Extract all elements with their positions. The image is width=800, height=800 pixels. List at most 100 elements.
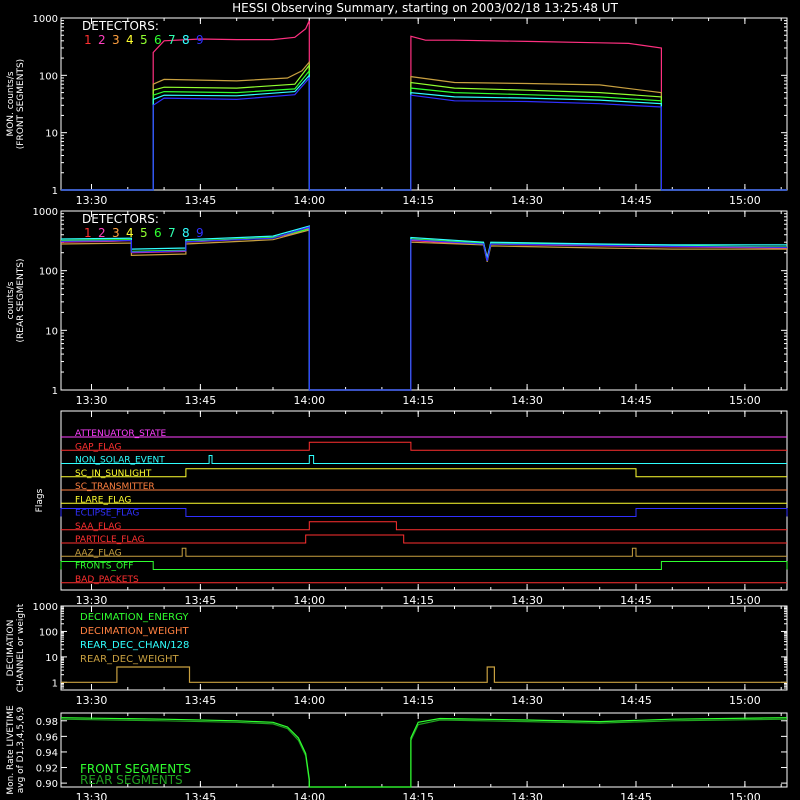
legend-detector-number: 7: [168, 226, 176, 240]
legend-detector-number: 1: [84, 33, 92, 47]
y-tick-label: 1: [52, 186, 58, 197]
y-tick-label: 1000: [33, 207, 58, 218]
x-tick-label: 13:30: [76, 194, 108, 207]
y-tick-label: 100: [39, 627, 58, 638]
flag-line: [61, 547, 787, 557]
flag-line: [61, 521, 787, 531]
panel-front: 13:30 13:45 14:00 14:15 14:30 14:45 15:00 1 10 10…: [6, 14, 788, 207]
y-axis-label: counts/s: [6, 281, 16, 319]
flag-line: [61, 441, 787, 451]
axes-frame: [60, 410, 788, 591]
flag-line: [60, 561, 788, 570]
x-tick-label: 14:30: [511, 694, 543, 707]
legend-detector-number: 9: [196, 33, 204, 47]
y-axis-label: Mon. Rate LIVETIME: [6, 705, 16, 795]
y-tick-label: 10: [45, 326, 58, 337]
x-tick-label: 13:30: [76, 394, 108, 407]
series-line-rear-2: [60, 228, 788, 391]
y-tick-label: 10: [45, 129, 58, 140]
legend-detector-number: 7: [168, 33, 176, 47]
flag-line: [60, 508, 788, 517]
series-line-front-1: [61, 60, 787, 191]
legend-detector-number: 9: [196, 226, 204, 240]
x-tick-label: 14:30: [511, 194, 543, 207]
observing-summary-plot: HESSI Observing Summary, starting on 200…: [6, 1, 788, 800]
y-axis-label: (REAR SEGMENTS): [16, 258, 26, 342]
y-axis-label: avg of D1,3,4,5,6,9: [16, 706, 26, 793]
panels: 13:30 13:45 14:00 14:15 14:30 14:45 15:0011010…: [6, 14, 788, 800]
x-tick-label: 14:30: [511, 394, 543, 407]
flag-label: ECLIPSE_FLAG: [75, 509, 139, 519]
legend-entry: REAR_DEC_WEIGHT: [80, 654, 179, 665]
series-line-rear-1: [60, 229, 787, 391]
series-line-front-4: [61, 73, 787, 191]
x-tick-label: 14:45: [620, 194, 652, 207]
legend-detector-number: 4: [126, 226, 134, 240]
y-tick-label: 1000: [33, 602, 58, 613]
legend-detector-number: 8: [182, 33, 190, 47]
flag-line: [61, 534, 787, 544]
y-tick-label: 1000: [33, 14, 58, 25]
y-axis-label: DECIMATION: [6, 620, 16, 677]
x-tick-label: 14:00: [293, 791, 325, 800]
y-tick-label: 0.96: [36, 732, 58, 743]
x-tick-label: 14:15: [402, 194, 434, 207]
plot-title: HESSI Observing Summary, starting on 200…: [232, 1, 618, 15]
legend-entry: REAR_DEC_CHAN/128: [80, 640, 189, 651]
y-tick-label: 0.92: [36, 764, 58, 775]
x-tick-label: 14:00: [293, 594, 325, 607]
series-line-decimation-0: [61, 666, 787, 683]
x-tick-label: 15:00: [729, 791, 761, 800]
legend-entry: DECIMATION_ENERGY: [80, 612, 189, 623]
x-tick-label: 13:30: [76, 594, 108, 607]
x-tick-label: 15:00: [729, 194, 761, 207]
y-tick-label: 0.90: [36, 779, 58, 790]
legend-detector-number: 3: [112, 226, 120, 240]
y-tick-label: 10: [45, 653, 58, 664]
legend-title: DETECTORS:: [82, 19, 159, 33]
y-axis-label: (FRONT SEGMENTS): [16, 59, 26, 149]
legend-detector-number: 6: [154, 33, 162, 47]
legend-detector-number: 2: [98, 226, 106, 240]
legend-detector-number: 6: [154, 226, 162, 240]
x-tick-label: 14:45: [620, 394, 652, 407]
legend-detector-number: 8: [182, 226, 190, 240]
legend-title: DETECTORS:: [82, 212, 159, 226]
y-tick-label: 1: [52, 386, 58, 397]
y-axis-label: Flags: [35, 488, 45, 512]
legend-entry: DECIMATION_WEIGHT: [80, 626, 189, 637]
x-tick-label: 15:00: [729, 694, 761, 707]
x-tick-label: 14:45: [620, 594, 652, 607]
legend-detector-number: 1: [84, 226, 92, 240]
x-tick-label: 13:45: [185, 394, 217, 407]
x-tick-label: 13:45: [185, 694, 217, 707]
x-tick-label: 14:00: [293, 394, 325, 407]
x-tick-label: 14:45: [620, 694, 652, 707]
panel-decimation: 13:30 13:45 14:00 14:15 14:30 14:45 15:00 1 10 10…: [6, 602, 788, 707]
flag-line: [61, 468, 787, 478]
y-axis-label: CHANNEL or weight: [16, 603, 26, 692]
y-axis-label: MON. counts/s: [6, 71, 16, 136]
x-tick-label: 13:30: [76, 791, 108, 800]
x-tick-label: 13:45: [185, 194, 217, 207]
legend-detector-number: 5: [140, 226, 148, 240]
y-tick-label: 100: [39, 71, 58, 82]
legend-detector-number: 5: [140, 33, 148, 47]
x-tick-label: 14:15: [402, 694, 434, 707]
x-tick-label: 13:45: [185, 791, 217, 800]
y-tick-label: 0.98: [36, 717, 58, 728]
x-tick-label: 15:00: [729, 394, 761, 407]
panel-flags: 13:30 13:45 14:00 14:15 14:30 14:45 15:00 Flags…: [35, 410, 788, 607]
y-tick-label: 100: [39, 267, 58, 278]
x-tick-label: 14:30: [511, 791, 543, 800]
x-tick-label: 14:15: [402, 791, 434, 800]
panel-rear: 13:30 13:45 14:00 14:15 14:30 14:45 15:00 1 10 10…: [6, 207, 788, 407]
series-line-front-3: [61, 69, 787, 191]
y-tick-label: 0.94: [36, 748, 58, 759]
y-tick-label: 1: [52, 678, 58, 689]
x-tick-label: 14:00: [293, 194, 325, 207]
panel-livetime: 13:30 13:45 14:00 14:15 14:30 14:45 15:00 0.90 0…: [6, 705, 788, 800]
legend-detector-number: 3: [112, 33, 120, 47]
series-line-front-2: [61, 63, 787, 191]
x-tick-label: 14:45: [620, 791, 652, 800]
